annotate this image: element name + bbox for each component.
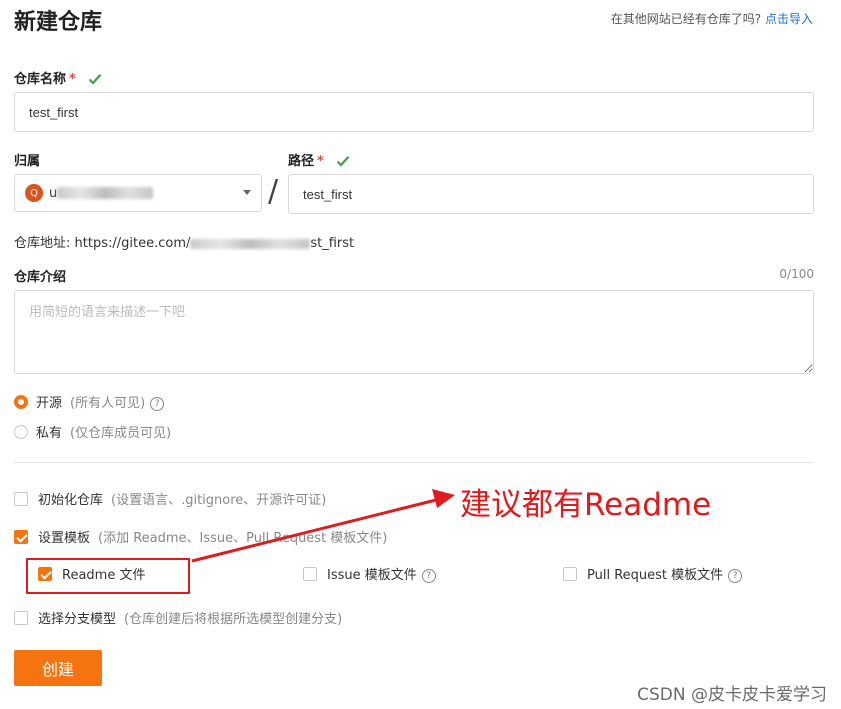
annotation-text: 建议都有Readme: [460, 487, 712, 523]
watermark: CSDN @皮卡皮卡爱学习: [637, 685, 827, 705]
annotation-arrow-icon: [191, 489, 455, 563]
